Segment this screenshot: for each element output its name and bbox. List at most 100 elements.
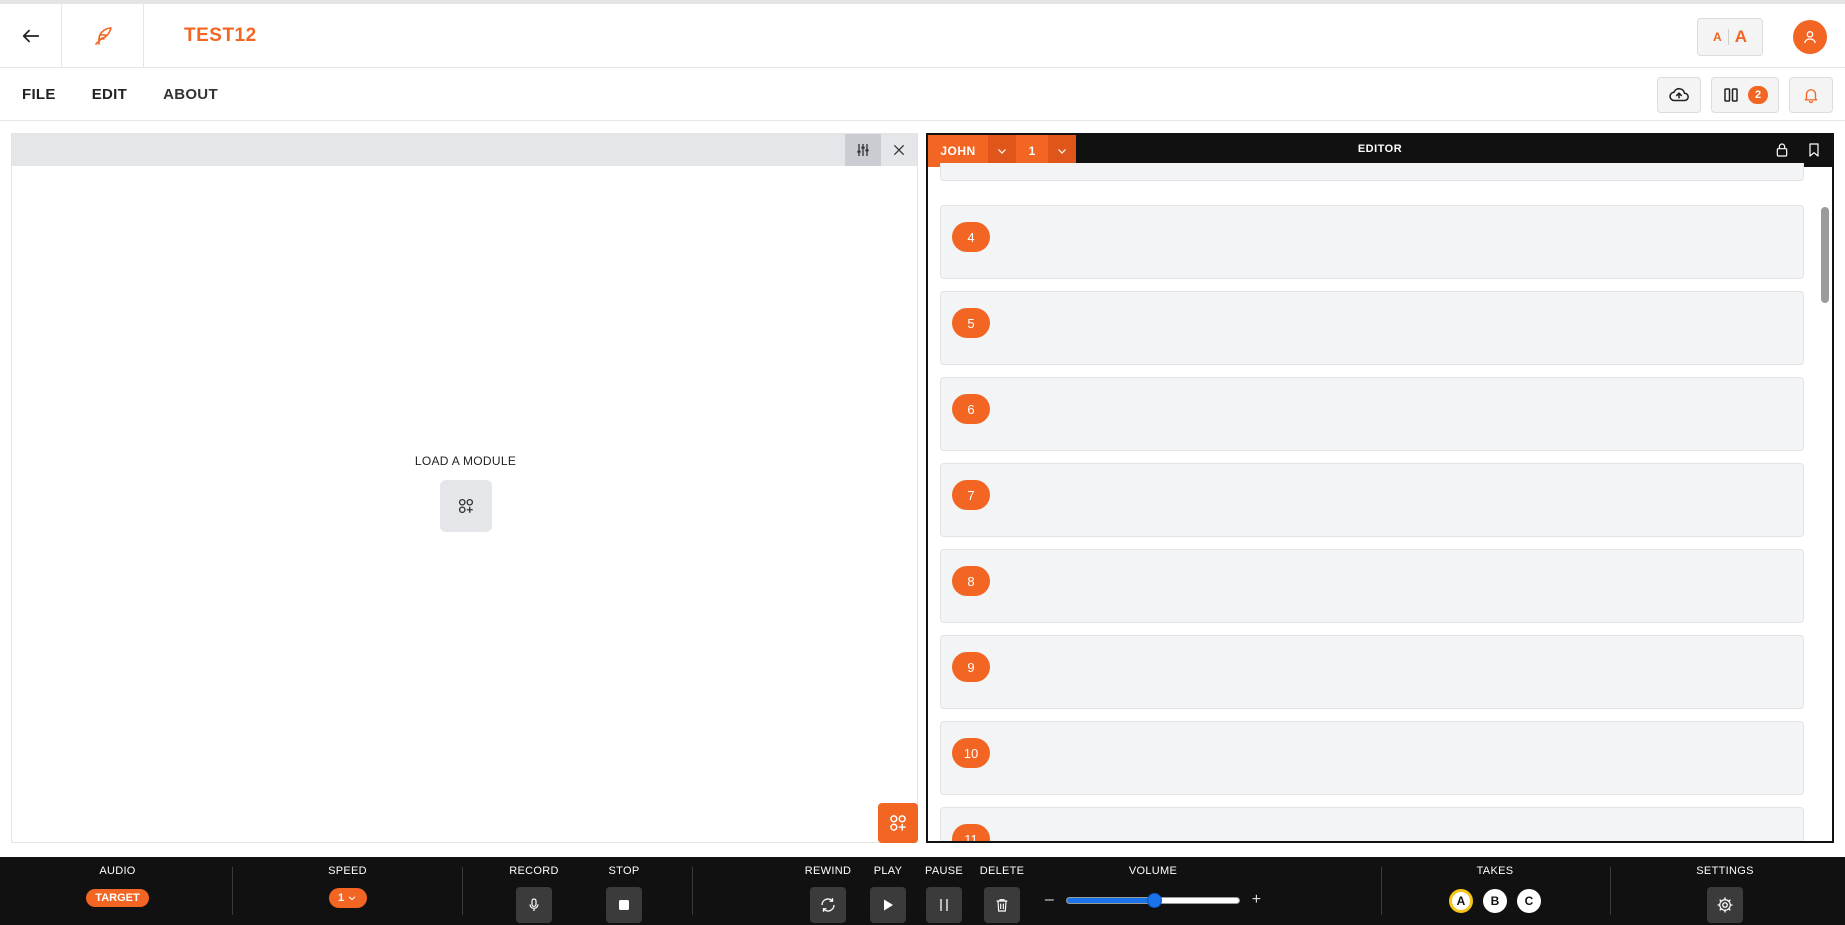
editor-scrollbar[interactable] xyxy=(1820,167,1830,841)
app-logo xyxy=(62,3,144,68)
take-b-button[interactable]: B xyxy=(1483,889,1507,913)
editor-body: 4 5 6 7 8 9 10 11 xyxy=(928,163,1832,841)
script-line-list: 4 5 6 7 8 9 10 11 xyxy=(940,163,1804,841)
stop-icon xyxy=(619,900,629,910)
sliders-icon xyxy=(857,144,869,156)
play-label: PLAY xyxy=(873,865,903,877)
load-module-label: LOAD A MODULE xyxy=(414,454,517,468)
cloud-upload-button[interactable] xyxy=(1657,77,1701,113)
bookmark-button[interactable] xyxy=(1806,142,1822,161)
font-large-label: A xyxy=(1734,27,1747,46)
rewind-button[interactable] xyxy=(810,887,846,923)
script-line[interactable]: 7 xyxy=(940,463,1804,537)
transport-divider xyxy=(462,867,463,915)
module-panel: LOAD A MODULE xyxy=(11,133,918,843)
play-icon xyxy=(884,899,893,911)
rewind-group: REWIND xyxy=(798,857,858,925)
line-number-badge: 8 xyxy=(952,566,990,596)
script-line[interactable]: 5 xyxy=(940,291,1804,365)
menu-edit[interactable]: EDIT xyxy=(92,86,127,103)
volume-slider[interactable] xyxy=(1065,892,1240,908)
stop-label: STOP xyxy=(608,865,640,877)
add-module-icon xyxy=(458,498,473,514)
script-line[interactable]: 11 xyxy=(940,807,1804,841)
chevron-down-icon xyxy=(998,149,1006,154)
back-arrow-icon xyxy=(22,29,39,42)
delete-group: DELETE xyxy=(972,857,1032,925)
feather-logo-icon xyxy=(94,26,112,45)
project-title: TEST12 xyxy=(184,24,257,46)
take-c-button[interactable]: C xyxy=(1517,889,1541,913)
add-module-fab[interactable] xyxy=(878,803,918,843)
bell-icon xyxy=(1804,89,1818,104)
volume-min-label: – xyxy=(1044,891,1054,908)
audio-group: AUDIO TARGET xyxy=(70,857,165,925)
transport-divider xyxy=(692,867,693,915)
close-icon xyxy=(893,144,905,156)
editor-panel: JOHN 1 EDITOR 4 5 6 7 8 9 10 11 xyxy=(926,133,1834,843)
trash-icon xyxy=(996,899,1008,912)
font-toggle-divider xyxy=(1727,29,1729,45)
menu-about[interactable]: ABOUT xyxy=(163,86,218,103)
speed-group: SPEED 1 xyxy=(300,857,395,925)
menu-file[interactable]: FILE xyxy=(22,86,56,103)
line-number-badge: 9 xyxy=(952,652,990,682)
font-small-label: A xyxy=(1713,30,1722,44)
module-settings-button[interactable] xyxy=(845,134,881,166)
transport-divider xyxy=(232,867,233,915)
volume-slider-handle[interactable] xyxy=(1146,892,1162,908)
script-line[interactable]: 4 xyxy=(940,205,1804,279)
settings-button[interactable] xyxy=(1707,887,1743,923)
line-number-badge: 4 xyxy=(952,222,990,252)
script-line[interactable] xyxy=(940,163,1804,181)
lock-icon xyxy=(1776,142,1788,157)
font-size-toggle[interactable]: A A xyxy=(1697,18,1763,56)
take-a-button[interactable]: A xyxy=(1449,889,1473,913)
back-button[interactable] xyxy=(0,3,62,68)
menu-bar: FILE EDIT ABOUT 2 xyxy=(0,68,1845,121)
editor-scroll-thumb[interactable] xyxy=(1821,207,1829,303)
record-button[interactable] xyxy=(516,887,552,923)
script-line[interactable]: 6 xyxy=(940,377,1804,451)
lock-button[interactable] xyxy=(1774,142,1790,161)
user-avatar-button[interactable] xyxy=(1793,20,1827,54)
layout-count-badge: 2 xyxy=(1748,86,1768,104)
audio-label: AUDIO xyxy=(99,865,136,877)
stop-button[interactable] xyxy=(606,887,642,923)
record-label: RECORD xyxy=(509,865,559,877)
columns-icon xyxy=(1724,88,1738,102)
pause-button[interactable] xyxy=(926,887,962,923)
script-line[interactable]: 8 xyxy=(940,549,1804,623)
speed-value: 1 xyxy=(337,892,345,904)
play-group: PLAY xyxy=(859,857,917,925)
play-button[interactable] xyxy=(870,887,906,923)
speed-select[interactable]: 1 xyxy=(328,888,367,908)
line-number-badge: 10 xyxy=(952,738,990,768)
takes-label: TAKES xyxy=(1476,865,1514,877)
delete-button[interactable] xyxy=(984,887,1020,923)
close-panel-button[interactable] xyxy=(881,134,917,166)
takes-group: TAKES A B C xyxy=(1430,857,1560,925)
pause-icon xyxy=(940,899,948,911)
transport-bar: AUDIO TARGET SPEED 1 RECORD STOP REWIND … xyxy=(0,857,1845,925)
settings-label: SETTINGS xyxy=(1696,865,1754,877)
line-number-badge: 5 xyxy=(952,308,990,338)
record-group: RECORD xyxy=(505,857,563,925)
rewind-icon xyxy=(821,898,835,912)
speed-label: SPEED xyxy=(328,865,367,877)
delete-label: DELETE xyxy=(979,865,1025,877)
microphone-icon xyxy=(529,898,539,911)
bookmark-icon xyxy=(1809,142,1819,157)
chevron-down-icon xyxy=(348,896,356,901)
settings-group: SETTINGS xyxy=(1690,857,1760,925)
layout-columns-button[interactable]: 2 xyxy=(1711,77,1779,113)
load-module-button[interactable] xyxy=(439,480,492,532)
script-line[interactable]: 9 xyxy=(940,635,1804,709)
transport-divider xyxy=(1381,867,1382,915)
notifications-button[interactable] xyxy=(1789,77,1833,113)
audio-target-toggle[interactable]: TARGET xyxy=(86,889,149,907)
script-line[interactable]: 10 xyxy=(940,721,1804,795)
pause-label: PAUSE xyxy=(925,865,963,877)
line-number-badge: 7 xyxy=(952,480,990,510)
volume-group: VOLUME – + xyxy=(1040,857,1266,925)
